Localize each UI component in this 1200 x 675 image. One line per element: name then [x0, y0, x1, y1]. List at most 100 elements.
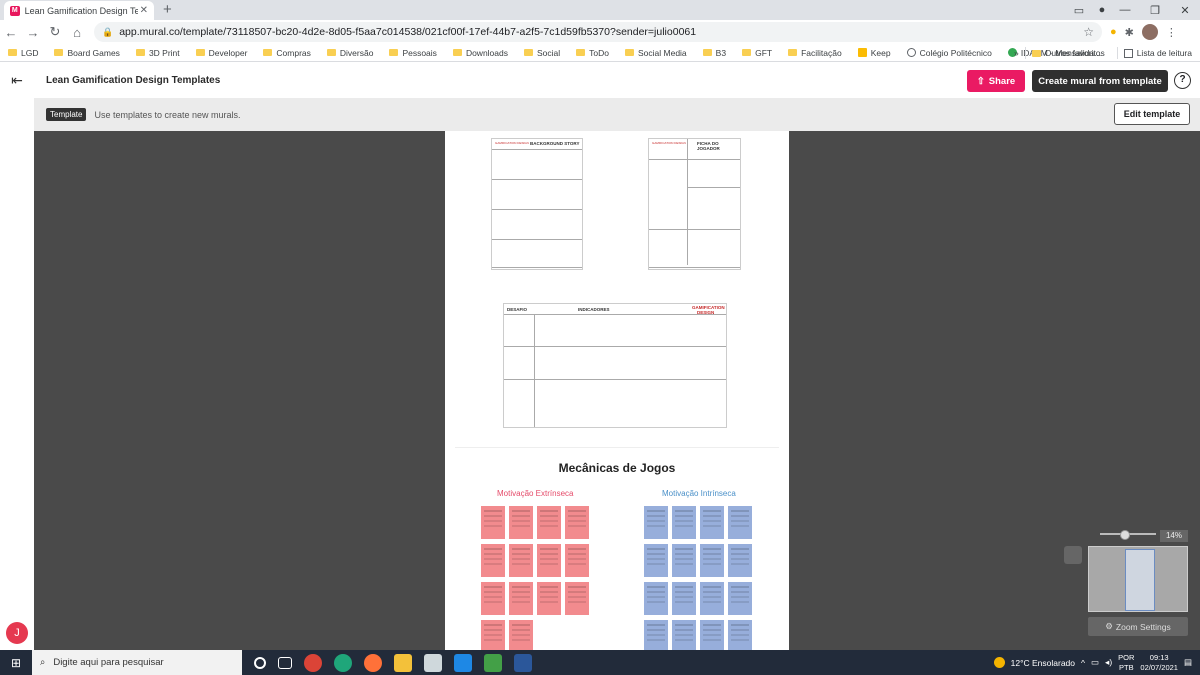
section-divider: [455, 447, 779, 448]
chrome-icon[interactable]: [304, 653, 322, 672]
avatar[interactable]: J: [6, 622, 28, 644]
word-icon[interactable]: [514, 653, 532, 672]
zoom-slider[interactable]: [1100, 530, 1156, 540]
game-mechanic-card[interactable]: [671, 619, 697, 650]
game-mechanic-card[interactable]: [536, 543, 562, 578]
share-button[interactable]: ⇧ Share: [967, 70, 1025, 92]
network-icon[interactable]: ▭: [1091, 657, 1099, 668]
bookmark-developer[interactable]: Developer: [195, 48, 247, 58]
taskbar-search[interactable]: ⌕ Digite aqui para pesquisar: [32, 650, 242, 675]
profile-avatar[interactable]: [1141, 24, 1158, 40]
zoom-settings-button[interactable]: ⚙ Zoom Settings: [1088, 617, 1188, 636]
game-mechanic-card[interactable]: [727, 543, 753, 578]
create-mural-button[interactable]: Create mural from template: [1032, 70, 1168, 92]
cortana-icon[interactable]: [254, 656, 266, 669]
game-mechanic-card[interactable]: [727, 581, 753, 616]
save-app-icon[interactable]: [454, 653, 472, 672]
game-mechanic-card[interactable]: [671, 505, 697, 540]
bookmark-social-media[interactable]: Social Media: [625, 48, 687, 58]
address-bar[interactable]: 🔒 app.mural.co/template/73118507-bc20-4d…: [94, 22, 1102, 42]
bookmark-facilitacao[interactable]: Facilitação: [788, 48, 842, 58]
game-mechanic-card[interactable]: [643, 505, 669, 540]
game-mechanic-card[interactable]: [699, 543, 725, 578]
game-mechanic-card[interactable]: [508, 505, 534, 540]
reading-list[interactable]: Lista de leitura: [1123, 48, 1192, 58]
minimize-icon[interactable]: —: [1110, 4, 1140, 16]
bookmark-downloads[interactable]: Downloads: [452, 48, 508, 58]
bookmark-social[interactable]: Social: [524, 48, 560, 58]
game-mechanic-card[interactable]: [699, 581, 725, 616]
reload-icon[interactable]: ↻: [44, 24, 66, 40]
tray-chevron-icon[interactable]: ^: [1081, 658, 1085, 668]
extension-bulb-icon[interactable]: ●: [1110, 26, 1117, 38]
bookmark-star-icon[interactable]: ☆: [1083, 25, 1094, 39]
edit-template-button[interactable]: Edit template: [1114, 103, 1190, 125]
bookmark-board-games[interactable]: Board Games: [54, 48, 120, 58]
bookmark-gft[interactable]: GFT: [742, 48, 772, 58]
game-mechanic-card[interactable]: [536, 581, 562, 616]
firefox-icon[interactable]: [364, 653, 382, 672]
game-mechanic-card[interactable]: [508, 543, 534, 578]
game-mechanic-card[interactable]: [643, 581, 669, 616]
game-mechanic-card[interactable]: [699, 619, 725, 650]
game-mechanic-card[interactable]: [508, 619, 534, 650]
clock[interactable]: 09:13 02/07/2021: [1140, 653, 1178, 673]
language-indicator[interactable]: POR PTB: [1118, 653, 1134, 673]
bookmark-pessoais[interactable]: Pessoais: [389, 48, 437, 58]
bookmark-other-favorites[interactable]: Outros favoritos: [1031, 48, 1105, 58]
more-bookmarks-icon[interactable]: »: [1014, 48, 1019, 58]
windows-start-icon[interactable]: ⊞: [0, 656, 32, 670]
browser-tab[interactable]: M Lean Gamification Design Templa ✕: [4, 1, 154, 20]
game-mechanic-card[interactable]: [699, 505, 725, 540]
game-mechanic-card[interactable]: [727, 505, 753, 540]
profile-dropdown-icon[interactable]: ●: [1094, 4, 1110, 16]
game-mechanic-card[interactable]: [564, 505, 590, 540]
forward-arrow-icon[interactable]: →: [22, 25, 44, 40]
chrome-menu-icon[interactable]: ⋮: [1166, 26, 1177, 39]
restore-icon[interactable]: ❐: [1140, 4, 1170, 17]
game-mechanic-card[interactable]: [480, 543, 506, 578]
minimap-viewport[interactable]: [1125, 549, 1155, 611]
bookmark-compras[interactable]: Compras: [263, 48, 311, 58]
game-mechanic-card[interactable]: [508, 581, 534, 616]
game-mechanic-card[interactable]: [480, 581, 506, 616]
hand-tool-icon[interactable]: [1064, 546, 1082, 564]
game-mechanic-card[interactable]: [643, 543, 669, 578]
bookmark-diversao[interactable]: Diversão: [326, 48, 373, 58]
close-tab-icon[interactable]: ✕: [140, 5, 148, 16]
game-mechanic-card[interactable]: [564, 581, 590, 616]
file-explorer-icon[interactable]: [394, 653, 412, 672]
bookmark-keep[interactable]: Keep: [857, 48, 891, 58]
mural-canvas[interactable]: GAMIFICATION DESIGN BACKGROUND STORY GAM…: [34, 131, 1200, 650]
game-mechanic-card[interactable]: [480, 505, 506, 540]
edge-icon[interactable]: [334, 653, 352, 672]
cast-icon[interactable]: ▭: [1064, 4, 1094, 17]
exit-icon[interactable]: ⇤: [0, 72, 34, 89]
game-mechanic-card[interactable]: [564, 543, 590, 578]
game-mechanic-card[interactable]: [643, 619, 669, 650]
bookmark-todo[interactable]: ToDo: [576, 48, 609, 58]
store-icon[interactable]: [424, 653, 442, 672]
game-mechanic-card[interactable]: [727, 619, 753, 650]
folder-icon: [625, 49, 634, 56]
bookmark-b3[interactable]: B3: [702, 48, 726, 58]
notifications-icon[interactable]: ▤: [1184, 657, 1192, 668]
task-view-icon[interactable]: [278, 656, 292, 669]
bookmark-colegio[interactable]: Colégio Politécnico: [906, 48, 992, 58]
close-window-icon[interactable]: ✕: [1170, 4, 1200, 17]
excel-app-icon[interactable]: [484, 653, 502, 672]
volume-icon[interactable]: ◂): [1105, 657, 1112, 668]
minimap[interactable]: [1088, 546, 1188, 612]
weather-text[interactable]: 12°C Ensolarado: [1011, 658, 1075, 668]
bookmark-3d-print[interactable]: 3D Print: [135, 48, 180, 58]
back-arrow-icon[interactable]: ←: [0, 25, 22, 40]
game-mechanic-card[interactable]: [671, 543, 697, 578]
game-mechanic-card[interactable]: [480, 619, 506, 650]
home-icon[interactable]: ⌂: [66, 25, 88, 40]
help-icon[interactable]: ?: [1174, 72, 1191, 89]
bookmark-lgd[interactable]: LGD: [8, 48, 38, 58]
game-mechanic-card[interactable]: [536, 505, 562, 540]
new-tab-icon[interactable]: +: [163, 2, 172, 18]
game-mechanic-card[interactable]: [671, 581, 697, 616]
extensions-puzzle-icon[interactable]: ✱: [1125, 26, 1134, 39]
